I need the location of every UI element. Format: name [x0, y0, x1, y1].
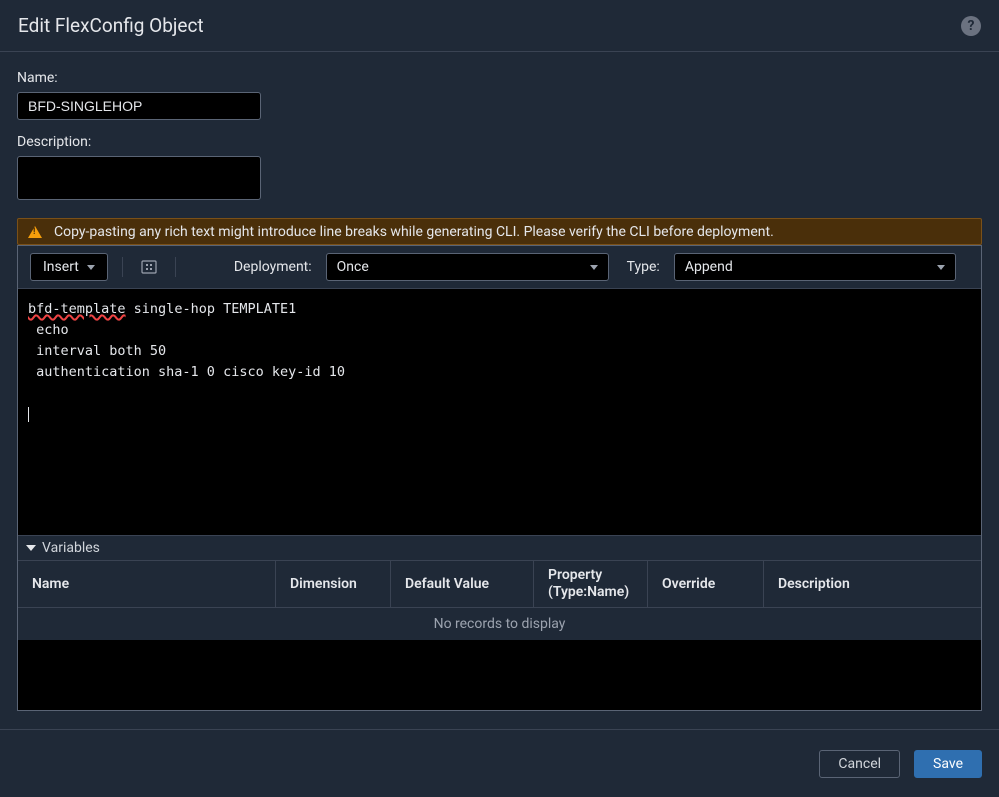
code-editor[interactable]: bfd-template single-hop TEMPLATE1 echo i…	[18, 289, 981, 535]
col-property: Property (Type:Name)	[534, 561, 648, 607]
variables-title: Variables	[42, 540, 100, 556]
save-label: Save	[933, 756, 963, 772]
col-dimension: Dimension	[276, 561, 391, 607]
type-label: Type:	[627, 259, 660, 275]
col-description: Description	[764, 561, 981, 607]
variables-section: Variables Name Dimension Default Value P…	[18, 535, 981, 710]
variables-toggle[interactable]: Variables	[18, 536, 981, 560]
variables-table: Name Dimension Default Value Property (T…	[18, 560, 981, 710]
warning-icon	[28, 226, 42, 238]
code-line3: interval both 50	[28, 343, 166, 359]
dialog-body: Name: Description: Copy-pasting any rich…	[0, 52, 999, 723]
variables-empty-area	[18, 640, 981, 710]
col-override: Override	[648, 561, 764, 607]
text-caret	[28, 407, 29, 422]
code-line4: authentication sha-1 0 cisco key-id 10	[28, 364, 345, 380]
caret-down-icon	[87, 265, 95, 270]
name-input[interactable]	[17, 92, 261, 120]
editor-toolbar: Insert Deployment: Once Type:	[18, 246, 981, 289]
description-field-group: Description:	[17, 134, 982, 204]
deployment-value: Once	[337, 259, 369, 275]
dialog-footer: Cancel Save	[0, 729, 999, 797]
description-label: Description:	[17, 134, 982, 150]
toolbar-divider	[122, 257, 123, 277]
toolbar-divider	[175, 257, 176, 277]
toolbar-object-icon[interactable]	[137, 255, 161, 279]
deployment-select[interactable]: Once	[326, 253, 609, 281]
dialog-title: Edit FlexConfig Object	[18, 14, 204, 37]
deployment-label: Deployment:	[234, 259, 312, 275]
code-line1-a: bfd-template	[28, 301, 126, 317]
code-line1-b: single-hop TEMPLATE1	[126, 301, 297, 317]
dialog-header: Edit FlexConfig Object ?	[0, 0, 999, 52]
warning-text: Copy-pasting any rich text might introdu…	[54, 224, 774, 240]
name-label: Name:	[17, 70, 982, 86]
col-name: Name	[18, 561, 276, 607]
type-value: Append	[685, 259, 733, 275]
editor-box: Insert Deployment: Once Type:	[17, 245, 982, 711]
variables-header-row: Name Dimension Default Value Property (T…	[18, 561, 981, 607]
help-icon[interactable]: ?	[961, 16, 981, 36]
no-records-message: No records to display	[18, 607, 981, 640]
code-line2: echo	[28, 322, 69, 338]
save-button[interactable]: Save	[914, 750, 982, 778]
cancel-button[interactable]: Cancel	[819, 750, 900, 778]
name-field-group: Name:	[17, 70, 982, 120]
insert-label: Insert	[43, 259, 79, 275]
disclosure-down-icon	[26, 545, 36, 551]
chevron-down-icon	[937, 265, 945, 270]
type-select[interactable]: Append	[674, 253, 956, 281]
insert-button[interactable]: Insert	[30, 253, 108, 281]
cancel-label: Cancel	[838, 756, 881, 772]
chevron-down-icon	[590, 265, 598, 270]
warning-bar: Copy-pasting any rich text might introdu…	[17, 218, 982, 245]
description-input[interactable]	[17, 156, 261, 200]
col-default-value: Default Value	[391, 561, 534, 607]
